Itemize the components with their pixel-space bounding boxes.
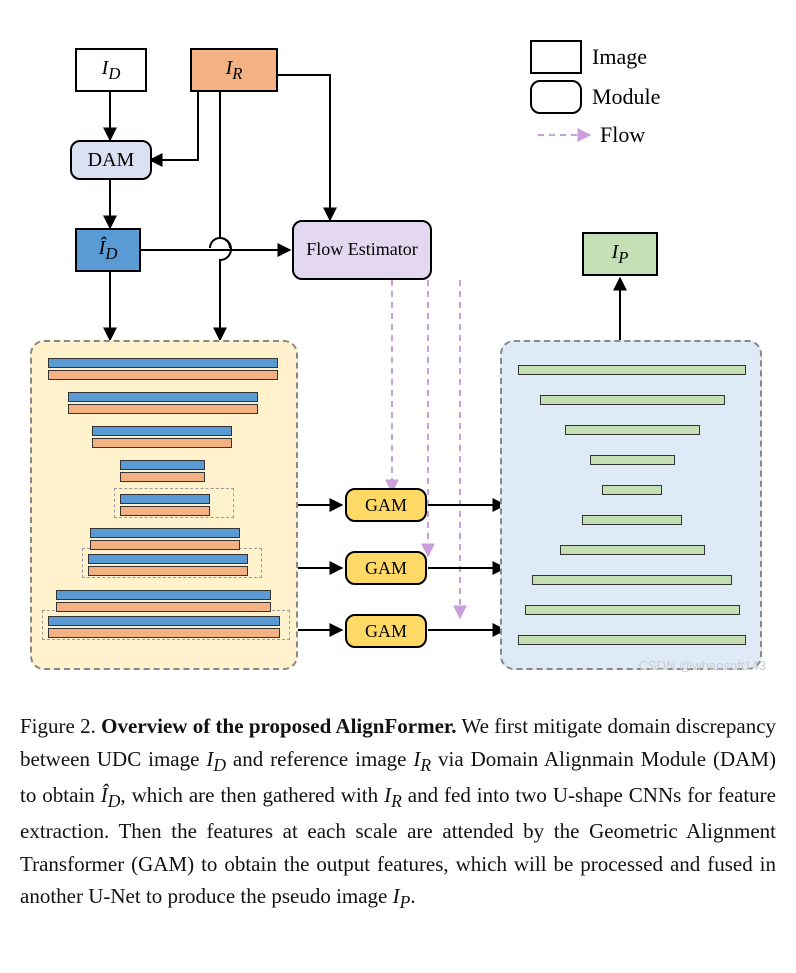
decoder-group [500,340,762,670]
dec-bar [602,485,662,495]
idhat-image-box: ÎD [75,228,141,272]
dec-bar [590,455,675,465]
enc-bar [90,540,240,550]
dec-bar [518,365,746,375]
enc-bar [48,370,278,380]
flow-estimator-module: Flow Estimator [292,220,432,280]
ir-image-box: IR [190,48,278,92]
legend-flow-label: Flow [600,122,645,148]
figure-caption: Figure 2. Overview of the proposed Align… [20,710,776,917]
enc-bar [48,358,278,368]
idhat-label: ÎD [99,237,118,264]
enc-bar [88,554,248,564]
dec-bar [532,575,732,585]
enc-bar [56,590,271,600]
dec-bar [518,635,746,645]
enc-bar [90,528,240,538]
legend-image-swatch [530,40,582,74]
flow-estimator-label: Flow Estimator [306,239,418,261]
enc-bar [92,438,232,448]
id-image-box: ID [75,48,147,92]
gam-module-3: GAM [345,614,427,648]
dec-bar [582,515,682,525]
id-label: ID [102,57,121,84]
legend-module-swatch [530,80,582,114]
legend-flow: Flow [600,122,645,148]
dec-bar [525,605,740,615]
gam1-label: GAM [365,495,407,516]
enc-bar [68,392,258,402]
enc-bar [48,616,280,626]
enc-bar [120,494,210,504]
gam-module-1: GAM [345,488,427,522]
enc-bar [120,472,205,482]
legend-module-label: Module [592,84,660,110]
legend-image-label: Image [592,44,647,70]
enc-bar [48,628,280,638]
ip-label: IP [612,241,629,268]
gam2-label: GAM [365,558,407,579]
enc-bar [88,566,248,576]
gam-module-2: GAM [345,551,427,585]
dec-bar [560,545,705,555]
dec-bar [565,425,700,435]
ip-image-box: IP [582,232,658,276]
enc-bar [68,404,258,414]
gam3-label: GAM [365,621,407,642]
caption-figlabel: Figure 2. [20,714,96,738]
caption-title: Overview of the proposed AlignFormer. [101,714,456,738]
enc-bar [56,602,271,612]
enc-bar [120,460,205,470]
enc-bar [120,506,210,516]
dam-module: DAM [70,140,152,180]
watermark: CSDN @whaosoft143 [639,658,766,673]
ir-label: IR [226,57,243,84]
legend-module: Module [530,80,660,114]
dam-label: DAM [88,149,135,172]
enc-bar [92,426,232,436]
legend-image: Image [530,40,647,74]
diagram-canvas: Image Module Flow ID IR DAM ÎD Flow Esti… [20,20,776,700]
dec-bar [540,395,725,405]
